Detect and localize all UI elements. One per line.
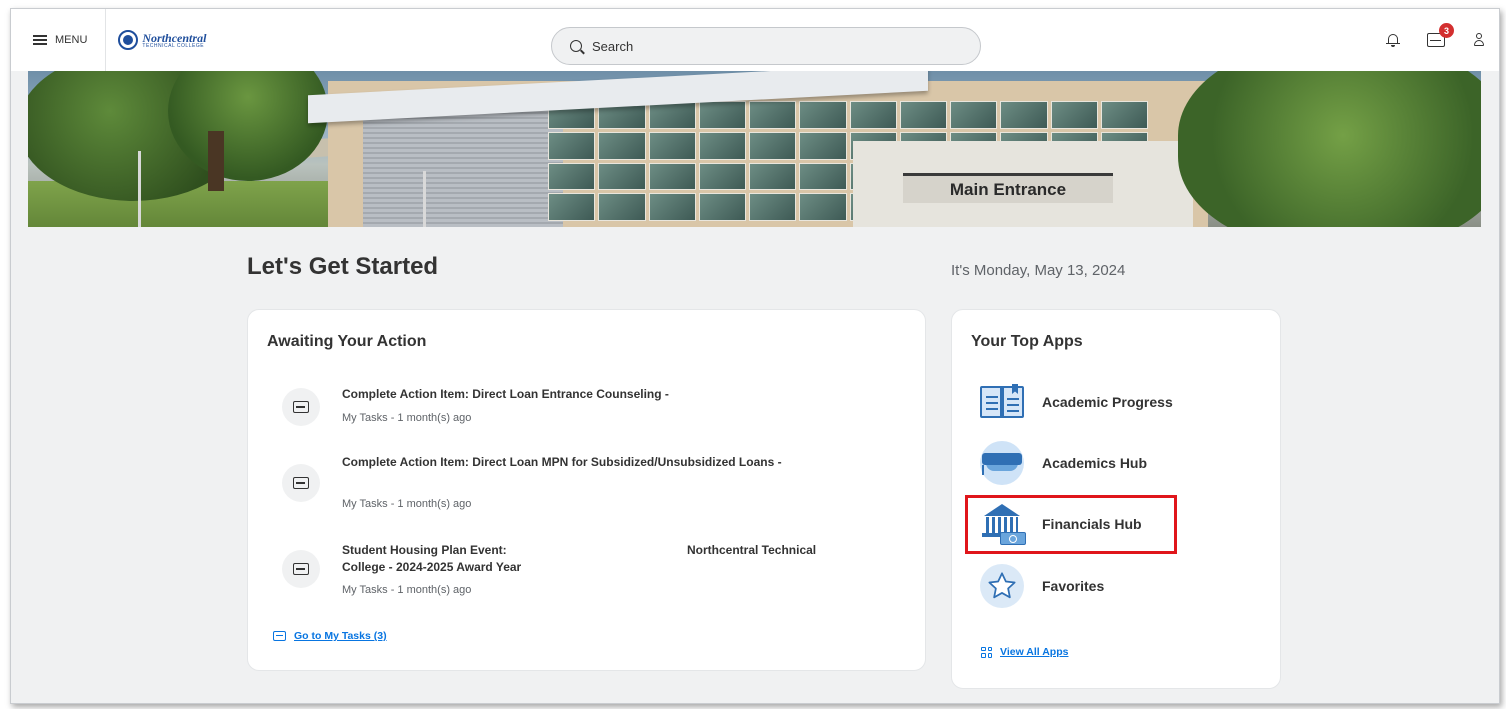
inbox-tray-icon — [282, 464, 320, 502]
logo-subtitle: TECHNICAL COLLEGE — [142, 42, 205, 49]
task-meta: My Tasks - 1 month(s) ago — [342, 584, 472, 596]
view-all-apps-label: View All Apps — [1000, 646, 1069, 658]
app-financials-hub[interactable]: Financials Hub — [978, 502, 1238, 546]
grid-icon — [981, 646, 992, 658]
task-title[interactable]: Complete Action Item: Direct Loan MPN fo… — [342, 454, 862, 471]
task-title[interactable]: Student Housing Plan Event: Northcentral… — [342, 542, 862, 559]
book-icon — [978, 380, 1026, 424]
task-item[interactable]: Complete Action Item: Direct Loan Entran… — [282, 382, 902, 432]
logo-mark-icon — [118, 30, 139, 50]
task-meta: My Tasks - 1 month(s) ago — [342, 498, 472, 510]
task-title-part: Student Housing Plan Event: — [342, 543, 507, 557]
menu-button[interactable]: MENU — [11, 9, 107, 71]
inbox-tray-icon — [273, 631, 286, 641]
current-date: It's Monday, May 13, 2024 — [951, 262, 1126, 279]
graduation-cap-icon — [978, 441, 1026, 485]
inbox-icon[interactable]: 3 — [1427, 23, 1454, 47]
search-input[interactable] — [592, 38, 952, 54]
page-title: Let's Get Started — [247, 253, 439, 280]
top-bar: MENU Northcentral TECHNICAL COLLEGE 3 — [11, 9, 1499, 71]
search-bar[interactable] — [551, 27, 981, 65]
logo-name: Northcentral — [142, 30, 207, 45]
task-title[interactable]: Complete Action Item: Direct Loan Entran… — [342, 386, 862, 403]
inbox-tray-icon — [282, 550, 320, 588]
go-to-my-tasks-link[interactable]: Go to My Tasks (3) — [273, 630, 387, 642]
view-all-apps-link[interactable]: View All Apps — [981, 646, 1068, 658]
awaiting-action-card: Awaiting Your Action Complete Action Ite… — [247, 309, 926, 671]
app-label: Academics Hub — [1042, 455, 1148, 471]
notifications-bell-icon[interactable] — [1386, 33, 1400, 47]
task-title-line2[interactable]: College - 2024-2025 Award Year — [342, 559, 862, 576]
college-logo[interactable]: Northcentral TECHNICAL COLLEGE — [118, 30, 206, 50]
profile-icon[interactable] — [1473, 33, 1485, 47]
menu-label: MENU — [55, 34, 88, 46]
task-item[interactable]: Student Housing Plan Event: Northcentral… — [282, 538, 902, 600]
app-academic-progress[interactable]: Academic Progress — [978, 380, 1238, 424]
app-window: MENU Northcentral TECHNICAL COLLEGE 3 — [10, 8, 1500, 704]
bank-icon — [978, 502, 1026, 546]
app-label: Favorites — [1042, 578, 1105, 594]
task-item[interactable]: Complete Action Item: Direct Loan MPN fo… — [282, 450, 902, 510]
app-label: Financials Hub — [1042, 516, 1142, 532]
task-title-part: Northcentral Technical — [687, 543, 817, 557]
search-icon — [570, 40, 582, 52]
app-academics-hub[interactable]: Academics Hub — [978, 441, 1238, 485]
app-label: Academic Progress — [1042, 394, 1173, 410]
entrance-sign: Main Entrance — [903, 173, 1113, 203]
hero-banner-image: Main Entrance — [28, 71, 1481, 227]
task-meta: My Tasks - 1 month(s) ago — [342, 412, 472, 424]
hamburger-icon — [33, 35, 47, 45]
go-to-my-tasks-label: Go to My Tasks (3) — [294, 630, 387, 642]
top-apps-card: Your Top Apps Academic Progress Academic… — [951, 309, 1281, 689]
inbox-badge: 3 — [1439, 23, 1454, 38]
top-apps-title: Your Top Apps — [971, 333, 1083, 350]
app-favorites[interactable]: Favorites — [978, 564, 1238, 608]
awaiting-action-title: Awaiting Your Action — [267, 333, 427, 350]
star-icon — [978, 564, 1026, 608]
inbox-tray-icon — [282, 388, 320, 426]
